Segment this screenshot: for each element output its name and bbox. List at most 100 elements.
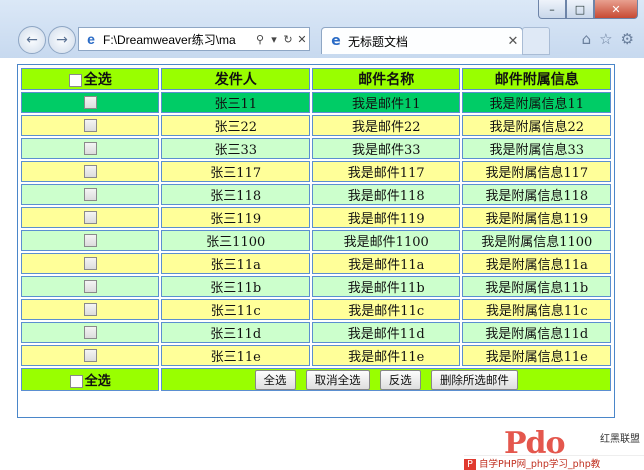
row-checkbox-cell[interactable]	[21, 299, 160, 320]
row-checkbox-cell[interactable]	[21, 161, 160, 182]
row-sender: 张三119	[161, 207, 310, 228]
row-checkbox-cell[interactable]	[21, 322, 160, 343]
row-mail-name: 我是邮件11b	[311, 276, 461, 297]
page-viewport: 全选 发件人 邮件名称 邮件附属信息 张三11 我是邮件11 我是附属信息11 张三2…	[0, 58, 644, 470]
row-checkbox[interactable]	[83, 234, 97, 247]
row-sender: 张三33	[161, 138, 310, 159]
mail-table: 全选 发件人 邮件名称 邮件附属信息 张三11 我是邮件11 我是附属信息11 张三2…	[19, 66, 613, 393]
footer-select-all[interactable]: 全选	[21, 368, 160, 391]
table-row[interactable]: 张三117 我是邮件117 我是附属信息117	[21, 161, 611, 182]
row-mail-info: 我是附属信息11e	[462, 345, 611, 366]
table-row[interactable]: 张三11c 我是邮件11c 我是附属信息11c	[21, 299, 611, 320]
row-checkbox[interactable]	[83, 188, 97, 201]
select-all-button[interactable]: 全选	[254, 369, 296, 390]
row-checkbox[interactable]	[83, 303, 97, 316]
header-select-all[interactable]: 全选	[21, 68, 160, 90]
row-checkbox-cell[interactable]	[21, 184, 160, 205]
table-row[interactable]: 张三11 我是邮件11 我是附属信息11	[21, 92, 611, 113]
address-url[interactable]: F:\Dreamweaver练习\ma	[103, 31, 253, 48]
watermark-bar: P 自学PHP网_php学习_php教	[464, 455, 644, 470]
row-mail-name: 我是邮件119	[311, 207, 461, 228]
table-row[interactable]: 张三118 我是邮件118 我是附属信息118	[21, 184, 611, 205]
refresh-icon[interactable]: ↻	[281, 33, 295, 46]
row-checkbox-cell[interactable]	[21, 345, 160, 366]
table-row[interactable]: 张三11a 我是邮件11a 我是附属信息11a	[21, 253, 611, 274]
row-mail-info: 我是附属信息11c	[462, 299, 611, 320]
row-mail-name: 我是邮件117	[311, 161, 461, 182]
watermark-brand: 红黑联盟	[600, 434, 640, 445]
invert-selection-button[interactable]: 反选	[379, 369, 421, 390]
row-checkbox-cell[interactable]	[21, 92, 160, 113]
forward-button[interactable]: →	[48, 26, 76, 54]
row-checkbox[interactable]	[83, 96, 97, 109]
row-checkbox-cell[interactable]	[21, 138, 160, 159]
row-checkbox[interactable]	[83, 280, 97, 293]
watermark-p-icon: P	[464, 459, 476, 470]
watermark: Pdo 红黑联盟 P 自学PHP网_php学习_php教	[464, 426, 644, 470]
header-mail-name: 邮件名称	[311, 68, 461, 90]
close-tab-icon[interactable]: ✕	[504, 34, 522, 49]
table-row[interactable]: 张三119 我是邮件119 我是附属信息119	[21, 207, 611, 228]
dropdown-icon[interactable]: ▾	[267, 33, 281, 46]
row-mail-info: 我是附属信息117	[462, 161, 611, 182]
browser-chrome: – □ ✕ ← → e F:\Dreamweaver练习\ma ⚲ ▾ ↻ ✕ …	[0, 0, 644, 59]
maximize-button[interactable]: □	[566, 0, 594, 19]
table-header-row: 全选 发件人 邮件名称 邮件附属信息	[21, 68, 611, 90]
home-icon[interactable]: ⌂	[582, 30, 592, 48]
row-checkbox-cell[interactable]	[21, 253, 160, 274]
row-checkbox-cell[interactable]	[21, 207, 160, 228]
row-mail-info: 我是附属信息118	[462, 184, 611, 205]
close-window-button[interactable]: ✕	[594, 0, 638, 19]
row-sender: 张三118	[161, 184, 310, 205]
row-sender: 张三11d	[161, 322, 310, 343]
row-checkbox-cell[interactable]	[21, 276, 160, 297]
row-checkbox[interactable]	[83, 165, 97, 178]
row-checkbox-cell[interactable]	[21, 115, 160, 136]
row-checkbox[interactable]	[83, 257, 97, 270]
table-row[interactable]: 张三11e 我是邮件11e 我是附属信息11e	[21, 345, 611, 366]
favorites-star-icon[interactable]: ☆	[599, 30, 612, 48]
row-checkbox[interactable]	[83, 326, 97, 339]
settings-gear-icon[interactable]: ⚙	[621, 30, 634, 48]
delete-selected-button[interactable]: 删除所选邮件	[430, 369, 518, 390]
row-mail-name: 我是邮件1100	[311, 230, 461, 251]
row-mail-info: 我是附属信息11b	[462, 276, 611, 297]
minimize-button[interactable]: –	[538, 0, 566, 19]
row-mail-name: 我是邮件11c	[311, 299, 461, 320]
row-mail-info: 我是附属信息33	[462, 138, 611, 159]
row-sender: 张三11e	[161, 345, 310, 366]
footer-select-all-checkbox[interactable]	[69, 375, 83, 388]
search-icon[interactable]: ⚲	[253, 33, 267, 46]
address-bar[interactable]: e F:\Dreamweaver练习\ma ⚲ ▾ ↻ ✕	[78, 27, 310, 51]
table-footer-row: 全选 全选 取消全选 反选 删除所选邮件	[21, 368, 611, 391]
footer-select-all-label: 全选	[84, 374, 111, 389]
row-checkbox[interactable]	[83, 142, 97, 155]
row-checkbox[interactable]	[83, 349, 97, 362]
row-mail-name: 我是邮件33	[311, 138, 461, 159]
table-row[interactable]: 张三1100 我是邮件1100 我是附属信息1100	[21, 230, 611, 251]
browser-tab[interactable]: e 无标题文档 ✕	[321, 27, 523, 54]
table-row[interactable]: 张三11b 我是邮件11b 我是附属信息11b	[21, 276, 611, 297]
row-checkbox[interactable]	[83, 211, 97, 224]
row-mail-info: 我是附属信息119	[462, 207, 611, 228]
new-tab-button[interactable]	[522, 27, 550, 55]
stop-icon[interactable]: ✕	[295, 33, 309, 46]
row-checkbox[interactable]	[83, 119, 97, 132]
row-sender: 张三1100	[161, 230, 310, 251]
row-mail-info: 我是附属信息1100	[462, 230, 611, 251]
back-button[interactable]: ←	[18, 26, 46, 54]
row-checkbox-cell[interactable]	[21, 230, 160, 251]
row-sender: 张三11	[161, 92, 310, 113]
row-mail-name: 我是邮件22	[311, 115, 461, 136]
table-row[interactable]: 张三22 我是邮件22 我是附属信息22	[21, 115, 611, 136]
select-all-checkbox[interactable]	[68, 73, 82, 87]
cancel-select-all-button[interactable]: 取消全选	[305, 369, 370, 390]
row-mail-info: 我是附属信息11a	[462, 253, 611, 274]
tab-title: 无标题文档	[348, 34, 409, 49]
row-sender: 张三11b	[161, 276, 310, 297]
table-row[interactable]: 张三33 我是邮件33 我是附属信息33	[21, 138, 611, 159]
row-mail-name: 我是邮件11a	[311, 253, 461, 274]
table-row[interactable]: 张三11d 我是邮件11d 我是附属信息11d	[21, 322, 611, 343]
mail-table-container: 全选 发件人 邮件名称 邮件附属信息 张三11 我是邮件11 我是附属信息11 张三2…	[17, 64, 615, 418]
row-sender: 张三117	[161, 161, 310, 182]
